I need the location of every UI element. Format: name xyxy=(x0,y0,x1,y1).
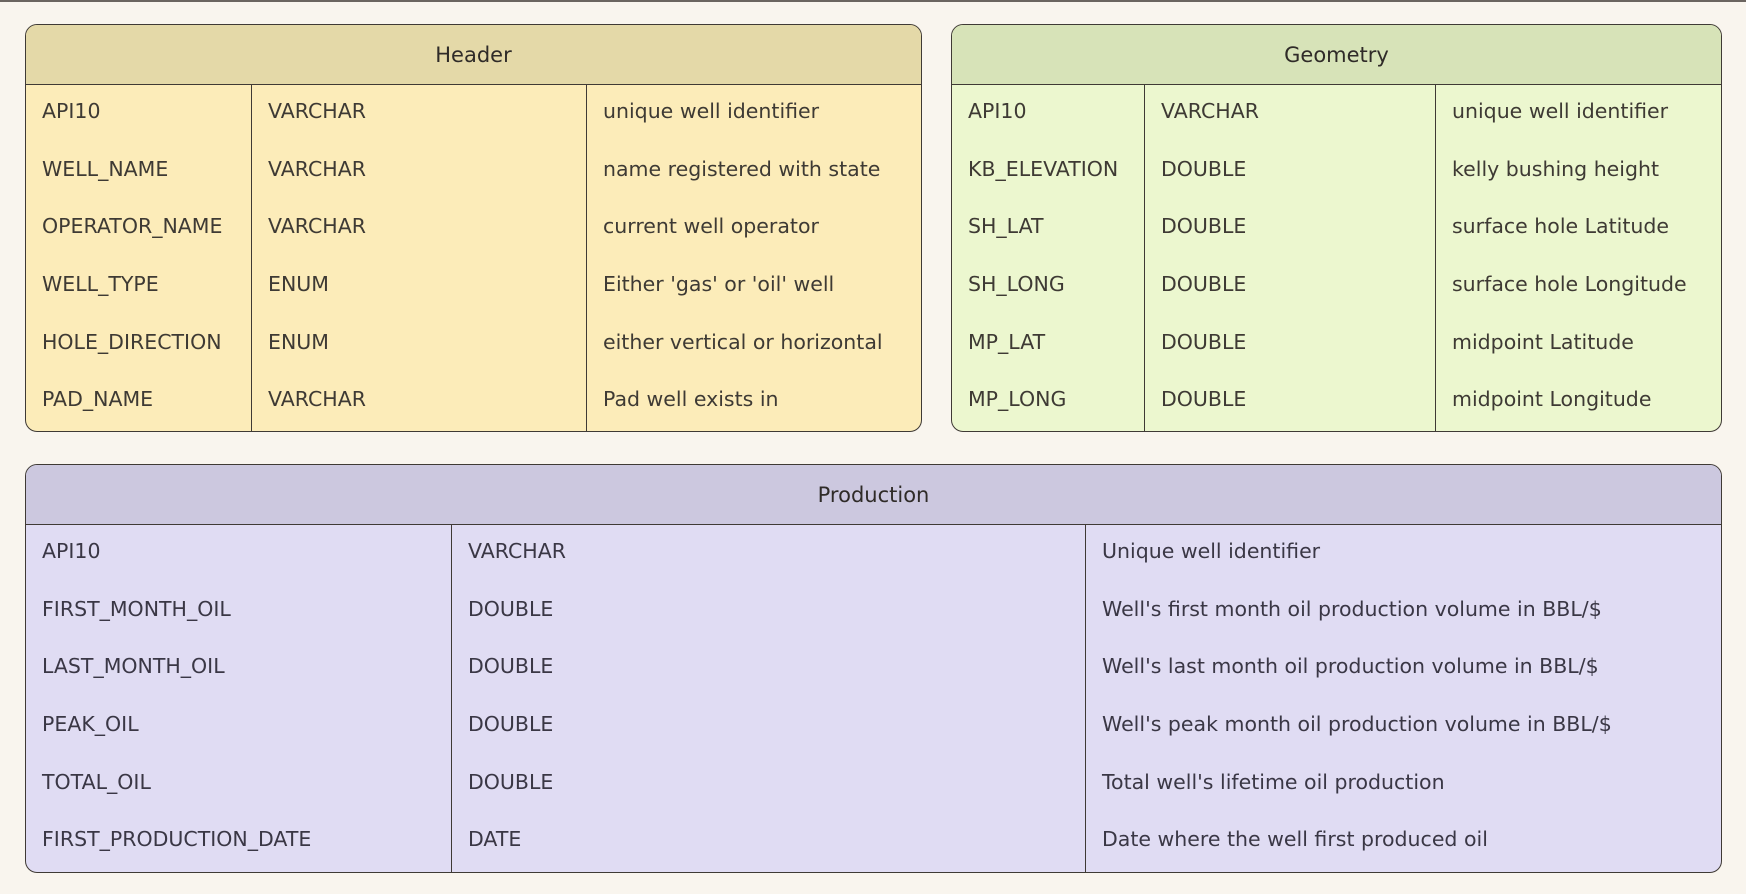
table-cell-description: Either 'gas' or 'oil' well xyxy=(603,272,835,297)
table-cell-type: DOUBLE xyxy=(468,769,554,794)
geometry-table: Geometry API10 KB_ELEVATION SH_LAT SH_LONG M… xyxy=(951,24,1722,432)
table-body: API10 FIRST_MONTH_OIL LAST_MONTH_OIL PEAK_O… xyxy=(26,525,1721,872)
table-cell-description: midpoint Latitude xyxy=(1452,329,1634,354)
table-cell-name: FIRST_MONTH_OIL xyxy=(42,596,231,621)
table-cell-name: LAST_MONTH_OIL xyxy=(42,654,225,679)
table-cell-type: VARCHAR xyxy=(268,387,366,412)
table-cell-description: Well's last month oil production volume … xyxy=(1102,654,1599,679)
table-cell-type: DOUBLE xyxy=(468,712,554,737)
table-cell-type: DOUBLE xyxy=(1161,329,1247,354)
table-cell-description: Date where the well first produced oil xyxy=(1102,827,1488,852)
column-field-type: VARCHAR DOUBLE DOUBLE DOUBLE DOUBLE DATE xyxy=(451,525,1085,872)
table-cell-type: ENUM xyxy=(268,272,329,297)
table-cell-name: OPERATOR_NAME xyxy=(42,214,223,239)
column-field-description: unique well identifier name registered wi… xyxy=(586,85,921,431)
table-cell-type: DATE xyxy=(468,827,522,852)
table-cell-name: HOLE_DIRECTION xyxy=(42,329,222,354)
column-field-type: VARCHAR VARCHAR VARCHAR ENUM ENUM VARCHAR xyxy=(251,85,586,431)
table-title: Header xyxy=(26,25,921,85)
table-cell-description: surface hole Latitude xyxy=(1452,214,1670,239)
table-cell-description: surface hole Longitude xyxy=(1452,272,1687,297)
table-cell-type: DOUBLE xyxy=(468,654,554,679)
table-cell-name: SH_LAT xyxy=(968,214,1044,239)
table-cell-description: Unique well identifier xyxy=(1102,539,1321,563)
table-cell-description: kelly bushing height xyxy=(1452,156,1660,181)
table-cell-type: DOUBLE xyxy=(1161,272,1247,297)
table-title: Geometry xyxy=(952,25,1721,85)
table-cell-description: current well operator xyxy=(603,214,819,239)
column-field-type: VARCHAR DOUBLE DOUBLE DOUBLE DOUBLE DOUBLE xyxy=(1144,85,1435,431)
table-cell-name: FIRST_PRODUCTION_DATE xyxy=(42,827,312,852)
table-cell-type: DOUBLE xyxy=(468,596,554,621)
column-field-description: unique well identifier kelly bushing heig… xyxy=(1435,85,1721,431)
table-cell-description: name registered with state xyxy=(603,156,881,181)
table-cell-type: VARCHAR xyxy=(268,214,366,239)
column-field-name: API10 WELL_NAME OPERATOR_NAME WELL_TYPE HOLE… xyxy=(26,85,251,431)
table-cell-name: API10 xyxy=(968,99,1027,123)
table-cell-name: API10 xyxy=(42,99,101,123)
table-cell-type: VARCHAR xyxy=(468,539,566,563)
table-cell-description: Pad well exists in xyxy=(603,387,779,412)
table-cell-description: midpoint Longitude xyxy=(1452,387,1652,412)
table-cell-type: VARCHAR xyxy=(268,99,366,123)
table-cell-name: WELL_TYPE xyxy=(42,272,159,297)
table-cell-type: VARCHAR xyxy=(1161,99,1259,123)
table-body: API10 KB_ELEVATION SH_LAT SH_LONG MP_LAT MP_L… xyxy=(952,85,1721,431)
table-cell-description: either vertical or horizontal xyxy=(603,329,883,354)
table-cell-name: WELL_NAME xyxy=(42,156,169,181)
column-field-name: API10 FIRST_MONTH_OIL LAST_MONTH_OIL PEAK_O… xyxy=(26,525,451,872)
table-cell-name: SH_LONG xyxy=(968,272,1065,297)
table-title: Production xyxy=(26,465,1721,525)
column-field-description: Unique well identifier Well's first month… xyxy=(1085,525,1721,872)
table-cell-name: MP_LONG xyxy=(968,387,1067,412)
header-table: Header API10 WELL_NAME OPERATOR_NAME WELL_T… xyxy=(25,24,922,432)
table-cell-type: DOUBLE xyxy=(1161,387,1247,412)
table-cell-name: PAD_NAME xyxy=(42,387,154,412)
table-cell-description: Well's peak month oil production volume … xyxy=(1102,712,1612,737)
table-cell-description: unique well identifier xyxy=(603,99,820,123)
table-cell-name: PEAK_OIL xyxy=(42,712,139,737)
table-cell-type: DOUBLE xyxy=(1161,214,1247,239)
table-body: API10 WELL_NAME OPERATOR_NAME WELL_TYPE HOLE… xyxy=(26,85,921,431)
table-cell-type: VARCHAR xyxy=(268,156,366,181)
table-cell-description: Total well's lifetime oil production xyxy=(1102,769,1445,794)
table-cell-name: KB_ELEVATION xyxy=(968,156,1119,181)
table-cell-description: Well's first month oil production volume… xyxy=(1102,596,1602,621)
table-cell-name: TOTAL_OIL xyxy=(42,769,151,794)
production-table: Production API10 FIRST_MONTH_OIL LAST_MONT… xyxy=(25,464,1722,873)
table-cell-type: ENUM xyxy=(268,329,329,354)
table-cell-type: DOUBLE xyxy=(1161,156,1247,181)
table-cell-name: MP_LAT xyxy=(968,329,1046,354)
table-cell-name: API10 xyxy=(42,539,101,563)
column-field-name: API10 KB_ELEVATION SH_LAT SH_LONG MP_LAT MP_L… xyxy=(952,85,1144,431)
table-cell-description: unique well identifier xyxy=(1452,99,1669,123)
